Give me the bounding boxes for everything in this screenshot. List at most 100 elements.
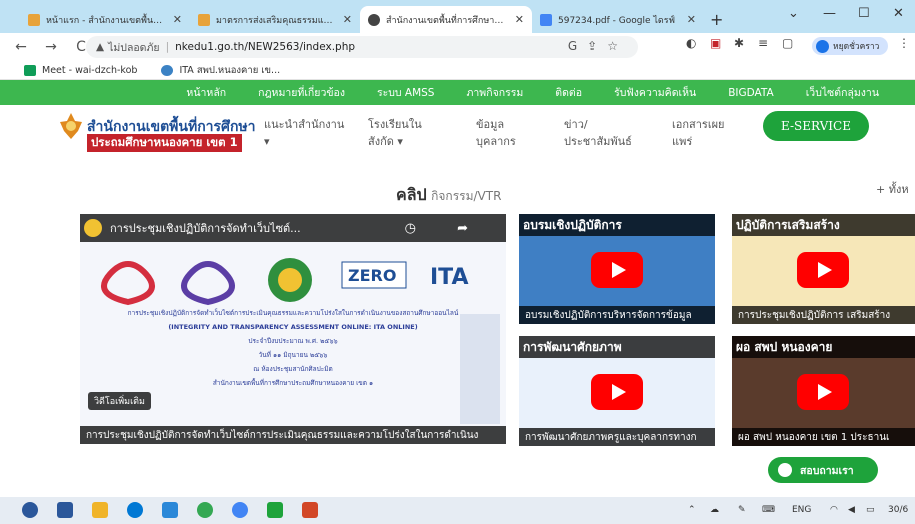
watch-more-button[interactable]: วิดีโอเพิ่มเติม bbox=[88, 392, 151, 410]
section-title-sub: กิจกรรม/VTR bbox=[431, 189, 502, 203]
topnav-activities[interactable]: ภาพกิจกรรม bbox=[466, 84, 523, 101]
bookmark-meet[interactable]: Meet - wai-dzch-kob bbox=[24, 64, 138, 76]
side-panel-icon[interactable]: ▢ bbox=[782, 36, 793, 50]
close-tab-icon[interactable]: ✕ bbox=[687, 13, 696, 26]
tab-title: มาตรการส่งเสริมคุณธรรมและความ bbox=[216, 15, 337, 26]
onedrive-icon[interactable]: ☁ bbox=[710, 505, 719, 515]
org-name-line2[interactable]: ประถมศึกษาหนองคาย เขต 1 bbox=[87, 134, 242, 152]
share-icon[interactable]: ➦ bbox=[457, 221, 468, 236]
topnav-contact[interactable]: ติดต่อ bbox=[555, 84, 582, 101]
chrome-profile-icon[interactable] bbox=[232, 502, 248, 518]
profile-label: หยุดชั่วคราว bbox=[833, 42, 880, 52]
more-menu-icon[interactable]: ⋮ bbox=[898, 36, 910, 50]
line-icon[interactable] bbox=[267, 502, 283, 518]
close-window-button[interactable]: ✕ bbox=[893, 6, 904, 21]
language-indicator[interactable]: ENG bbox=[792, 505, 811, 515]
video-title[interactable]: การประชุมเชิงปฏิบัติการจัดทำเว็บไซต์... … bbox=[80, 214, 506, 242]
menu-schools[interactable]: โรงเรียนใน สังกัด ▾ bbox=[368, 116, 422, 150]
extension-icon[interactable]: ◐ bbox=[686, 36, 696, 50]
main-video-player[interactable]: ZERO ITA การประชุมเชิงปฏิบัติการจัดทำเว็… bbox=[80, 214, 506, 444]
bookmark-star-icon[interactable]: ☆ bbox=[607, 39, 628, 53]
browser-tab-1[interactable]: หน้าแรก - สำนักงานเขตพื้นที่กา ✕ bbox=[20, 6, 190, 33]
file-explorer-icon[interactable] bbox=[92, 502, 108, 518]
clock[interactable]: 30/6 bbox=[888, 505, 908, 515]
video-overlay-title: ผอ สพป หนองคาย bbox=[732, 336, 915, 358]
windows-taskbar: ⌃ ☁ ✎ ⌨ ENG ◠ ◀ ▭ 30/6 bbox=[0, 497, 915, 524]
youtube-play-icon[interactable] bbox=[797, 252, 849, 288]
web-page: หน้าหลัก กฎหมายที่เกี่ยวข้อง ระบบ AMSS ภ… bbox=[0, 80, 915, 497]
reading-list-icon[interactable]: ≡ bbox=[758, 36, 768, 50]
bookmark-label: Meet - wai-dzch-kob bbox=[42, 64, 138, 76]
menu-personnel[interactable]: ข้อมูล บุคลากร bbox=[476, 116, 516, 150]
minimize-button[interactable]: — bbox=[823, 6, 836, 21]
start-search-icon[interactable] bbox=[22, 502, 38, 518]
topnav-group-websites[interactable]: เว็บไซต์กลุ่มงาน bbox=[806, 84, 879, 101]
video-card-director[interactable]: ผอ สพป หนองคาย ผอ สพป หนองคาย เขต 1 ประธ… bbox=[732, 336, 915, 446]
youtube-play-icon[interactable] bbox=[591, 252, 643, 288]
menu-news[interactable]: ข่าว/ ประชาสัมพันธ์ bbox=[564, 116, 632, 150]
tray-chevron-icon[interactable]: ⌃ bbox=[688, 505, 696, 515]
youtube-play-icon[interactable] bbox=[797, 374, 849, 410]
banner-line: สำนักงานเขตพื้นที่การศึกษาประถมศึกษาหนอง… bbox=[212, 379, 374, 387]
avatar-icon bbox=[816, 39, 829, 53]
bookmark-ita[interactable]: ITA สพป.หนองคาย เข... bbox=[161, 63, 280, 78]
share-icon[interactable]: ⇪ bbox=[587, 39, 607, 53]
powerpoint-icon[interactable] bbox=[302, 502, 318, 518]
youtube-play-icon[interactable] bbox=[591, 374, 643, 410]
tab-title: 597234.pdf - Google ไดรฟ์ bbox=[558, 15, 675, 26]
google-lens-icon[interactable]: G bbox=[568, 39, 587, 53]
bookmarks-bar: Meet - wai-dzch-kob ITA สพป.หนองคาย เข..… bbox=[0, 61, 915, 80]
profile-button[interactable]: หยุดชั่วคราว bbox=[812, 37, 888, 55]
topnav-bigdata[interactable]: BIGDATA bbox=[728, 87, 774, 99]
chat-label: สอบถามเรา bbox=[800, 464, 854, 477]
video-card-development[interactable]: การพัฒนาศักยภาพ การพัฒนาศักยภาพครูและบุค… bbox=[519, 336, 715, 446]
wifi-icon[interactable]: ◠ bbox=[830, 505, 838, 515]
pen-icon[interactable]: ✎ bbox=[738, 505, 746, 515]
close-tab-icon[interactable]: ✕ bbox=[515, 13, 524, 26]
omnibox-separator: | bbox=[165, 41, 170, 53]
volume-icon[interactable]: ◀ bbox=[848, 505, 855, 515]
extension-icon[interactable]: ▣ bbox=[710, 36, 721, 50]
view-all-link[interactable]: + ทั้งห bbox=[876, 180, 909, 198]
new-tab-button[interactable]: + bbox=[710, 10, 723, 29]
menu-documents[interactable]: เอกสารเผย แพร่ bbox=[672, 116, 724, 150]
video-card-workshop[interactable]: ปฏิบัติการเสริมสร้าง การประชุมเชิงปฏิบัต… bbox=[732, 214, 915, 324]
battery-icon[interactable]: ▭ bbox=[866, 505, 875, 515]
globe-icon bbox=[161, 64, 174, 76]
edge-icon[interactable] bbox=[127, 502, 143, 518]
menu-about[interactable]: แนะนำสำนักงาน ▾ bbox=[264, 116, 344, 150]
address-bar[interactable]: ▲ ไม่ปลอดภัย | nkedu1.go.th/NEW2563/inde… bbox=[86, 36, 638, 58]
tab-search-icon[interactable]: ⌄ bbox=[788, 6, 799, 21]
chat-button[interactable]: สอบถามเรา bbox=[768, 457, 878, 483]
section-title: คลิป กิจกรรม/VTR bbox=[396, 183, 501, 208]
back-button[interactable]: ← bbox=[12, 39, 30, 55]
video-overlay-title: การพัฒนาศักยภาพ bbox=[519, 336, 715, 358]
chrome-icon[interactable] bbox=[197, 502, 213, 518]
banner-line: ณ ห้องประชุมสานักศิลปะมิต bbox=[253, 365, 333, 373]
forward-button[interactable]: → bbox=[42, 39, 60, 55]
watch-later-icon[interactable]: ◷ bbox=[405, 221, 416, 236]
topnav-home[interactable]: หน้าหลัก bbox=[186, 84, 226, 101]
extensions-puzzle-icon[interactable]: ✱ bbox=[734, 36, 744, 50]
warning-icon[interactable]: ▲ bbox=[96, 41, 104, 53]
eservice-button[interactable]: E-SERVICE bbox=[763, 111, 869, 141]
browser-tab-active[interactable]: สำนักงานเขตพื้นที่การศึกษาประ ✕ bbox=[360, 6, 532, 33]
site-logo-icon[interactable] bbox=[60, 113, 82, 139]
menu-label: ▾ bbox=[264, 135, 270, 148]
checkmark-icon[interactable] bbox=[162, 502, 178, 518]
close-tab-icon[interactable]: ✕ bbox=[173, 13, 182, 26]
topnav-laws[interactable]: กฎหมายที่เกี่ยวข้อง bbox=[258, 84, 345, 101]
topnav-feedback[interactable]: รับฟังความคิดเห็น bbox=[614, 84, 696, 101]
video-caption: การพัฒนาศักยภาพครูและบุคลากรทางก bbox=[519, 428, 715, 446]
browser-tab-2[interactable]: มาตรการส่งเสริมคุณธรรมและความ ✕ bbox=[190, 6, 360, 33]
maximize-button[interactable]: ☐ bbox=[858, 6, 870, 21]
close-tab-icon[interactable]: ✕ bbox=[343, 13, 352, 26]
word-icon[interactable] bbox=[57, 502, 73, 518]
video-caption: อบรมเชิงปฏิบัติการบริหารจัดการข้อมูล bbox=[519, 306, 715, 324]
video-card-training[interactable]: อบรมเชิงปฏิบัติการ อบรมเชิงปฏิบัติการบริ… bbox=[519, 214, 715, 324]
browser-tab-4[interactable]: 597234.pdf - Google ไดรฟ์ ✕ bbox=[532, 6, 704, 33]
video-overlay-title: อบรมเชิงปฏิบัติการ bbox=[519, 214, 715, 236]
video-overlay-title: ปฏิบัติการเสริมสร้าง bbox=[732, 214, 915, 236]
topnav-amss[interactable]: ระบบ AMSS bbox=[377, 84, 435, 101]
keyboard-icon[interactable]: ⌨ bbox=[762, 505, 775, 515]
